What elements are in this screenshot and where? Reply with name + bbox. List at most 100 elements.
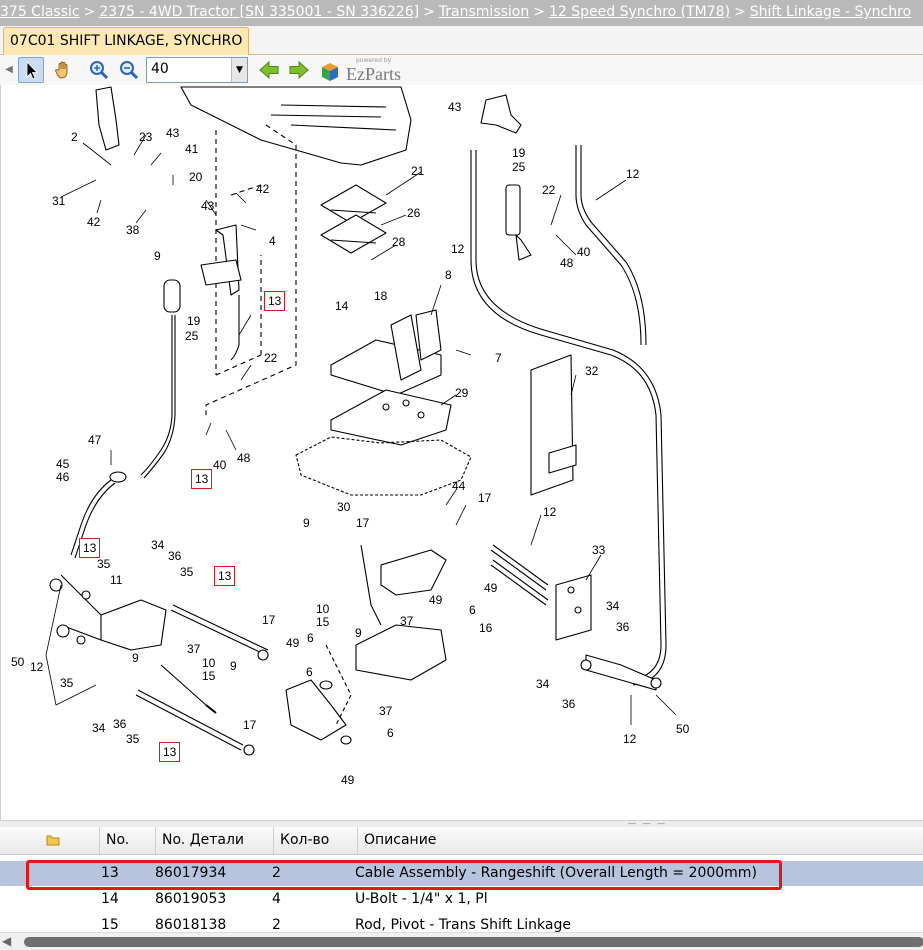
callout-label[interactable]: 17 <box>356 516 369 530</box>
callout-label[interactable]: 26 <box>407 206 420 220</box>
select-pointer-button[interactable] <box>18 57 44 83</box>
callout-label[interactable]: 50 <box>676 722 689 736</box>
callout-label[interactable]: 12 <box>623 732 636 746</box>
callout-label[interactable]: 35 <box>97 557 110 571</box>
horizontal-scrollbar[interactable]: ◀ <box>0 932 923 950</box>
tab-shift-linkage[interactable]: 07C01 SHIFT LINKAGE, SYNCHRO <box>3 27 250 55</box>
column-header-part-no[interactable]: No. Детали <box>156 827 274 855</box>
callout-label-highlighted[interactable]: 13 <box>79 538 101 558</box>
callout-label[interactable]: 34 <box>536 677 549 691</box>
callout-label[interactable]: 6 <box>387 726 394 740</box>
callout-label[interactable]: 36 <box>113 717 126 731</box>
callout-label[interactable]: 22 <box>264 351 277 365</box>
callout-label[interactable]: 20 <box>189 170 202 184</box>
callout-label[interactable]: 22 <box>542 183 555 197</box>
zoom-level-select[interactable]: 40 ▼ <box>146 57 248 83</box>
callout-label[interactable]: 41 <box>185 142 198 156</box>
callout-label[interactable]: 32 <box>585 364 598 378</box>
callout-label[interactable]: 6 <box>307 631 314 645</box>
callout-label[interactable]: 29 <box>455 386 468 400</box>
callout-label[interactable]: 14 <box>335 299 348 313</box>
callout-label-highlighted[interactable]: 13 <box>264 291 286 311</box>
callout-label[interactable]: 25 <box>512 160 525 174</box>
callout-label-highlighted[interactable]: 13 <box>191 469 213 489</box>
callout-label[interactable]: 7 <box>495 351 502 365</box>
callout-label[interactable]: 6 <box>469 603 476 617</box>
table-row[interactable]: 15 86018138 2 Rod, Pivot - Trans Shift L… <box>0 913 923 932</box>
callout-label[interactable]: 35 <box>60 676 73 690</box>
callout-label[interactable]: 11 <box>110 573 122 587</box>
callout-label[interactable]: 34 <box>151 538 164 552</box>
callout-label[interactable]: 8 <box>445 268 452 282</box>
callout-label[interactable]: 9 <box>355 626 362 640</box>
callout-label[interactable]: 35 <box>180 565 193 579</box>
callout-label[interactable]: 43 <box>201 199 214 213</box>
callout-label[interactable]: 10 <box>316 602 329 616</box>
callout-label[interactable]: 34 <box>606 599 619 613</box>
callout-label[interactable]: 36 <box>168 549 181 563</box>
callout-label[interactable]: 49 <box>341 773 354 787</box>
callout-label[interactable]: 2 <box>71 130 78 144</box>
callout-label[interactable]: 17 <box>478 491 491 505</box>
callout-label[interactable]: 42 <box>87 215 100 229</box>
callout-label[interactable]: 43 <box>166 126 179 140</box>
callout-label[interactable]: 49 <box>484 581 497 595</box>
previous-button[interactable] <box>256 57 282 83</box>
callout-label[interactable]: 48 <box>237 451 250 465</box>
callout-label[interactable]: 19 <box>187 314 200 328</box>
callout-label[interactable]: 9 <box>230 659 237 673</box>
breadcrumb-item-shift-linkage[interactable]: Shift Linkage - Synchro <box>750 4 911 20</box>
breadcrumb-item-synchro[interactable]: 12 Speed Synchro (TM78) <box>549 4 730 20</box>
callout-label[interactable]: 43 <box>448 100 461 114</box>
callout-label[interactable]: 18 <box>374 289 387 303</box>
callout-label[interactable]: 6 <box>306 665 313 679</box>
breadcrumb-item-transmission[interactable]: Transmission <box>439 4 529 20</box>
callout-label[interactable]: 37 <box>400 614 413 628</box>
collapse-arrow-icon[interactable]: ◀ <box>2 57 16 83</box>
column-header-icon[interactable] <box>0 827 100 855</box>
callout-label[interactable]: 15 <box>316 615 329 629</box>
callout-label[interactable]: 40 <box>213 458 226 472</box>
callout-label[interactable]: 9 <box>132 651 139 665</box>
callout-label[interactable]: 35 <box>126 732 139 746</box>
callout-label[interactable]: 34 <box>92 721 105 735</box>
callout-label[interactable]: 40 <box>577 245 590 259</box>
column-header-description[interactable]: Описание <box>358 827 923 855</box>
next-button[interactable] <box>286 57 312 83</box>
callout-label[interactable]: 30 <box>337 500 350 514</box>
breadcrumb-item-tractor[interactable]: 2375 - 4WD Tractor [SN 335001 - SN 33622… <box>99 4 419 20</box>
callout-label[interactable]: 12 <box>451 242 464 256</box>
scrollbar-thumb[interactable] <box>24 937 923 947</box>
callout-label-highlighted[interactable]: 13 <box>214 566 236 586</box>
chevron-down-icon[interactable]: ▼ <box>231 58 247 82</box>
callout-label[interactable]: 46 <box>56 470 69 484</box>
callout-label[interactable]: 37 <box>187 642 200 656</box>
callout-label[interactable]: 19 <box>512 146 525 160</box>
zoom-out-button[interactable] <box>116 57 142 83</box>
callout-label[interactable]: 36 <box>616 620 629 634</box>
callout-label[interactable]: 36 <box>562 697 575 711</box>
zoom-in-button[interactable] <box>86 57 112 83</box>
pane-splitter[interactable]: — — — <box>0 820 923 828</box>
callout-label[interactable]: 17 <box>262 613 275 627</box>
pan-hand-button[interactable] <box>50 57 76 83</box>
callout-label[interactable]: 9 <box>303 516 310 530</box>
callout-label[interactable]: 17 <box>243 718 256 732</box>
column-header-no[interactable]: No. <box>100 827 156 855</box>
exploded-view-diagram[interactable]: 2 23 43 41 20 31 42 38 43 42 4 9 13 19 2… <box>0 85 923 820</box>
callout-label[interactable]: 42 <box>256 182 269 196</box>
callout-label[interactable]: 23 <box>139 130 152 144</box>
table-row[interactable]: 14 86019053 4 U-Bolt - 1/4" x 1, Pl <box>0 887 923 912</box>
callout-label[interactable]: 10 <box>202 656 215 670</box>
callout-label[interactable]: 12 <box>543 505 556 519</box>
callout-label[interactable]: 45 <box>56 457 69 471</box>
column-header-qty[interactable]: Кол-во <box>274 827 358 855</box>
callout-label[interactable]: 12 <box>626 167 639 181</box>
callout-label[interactable]: 9 <box>154 249 161 263</box>
callout-label-highlighted[interactable]: 13 <box>159 742 181 762</box>
callout-label[interactable]: 50 <box>11 655 24 669</box>
callout-label[interactable]: 21 <box>411 164 424 178</box>
callout-label[interactable]: 47 <box>88 433 101 447</box>
callout-label[interactable]: 44 <box>452 479 465 493</box>
scroll-left-icon[interactable]: ◀ <box>2 934 11 948</box>
